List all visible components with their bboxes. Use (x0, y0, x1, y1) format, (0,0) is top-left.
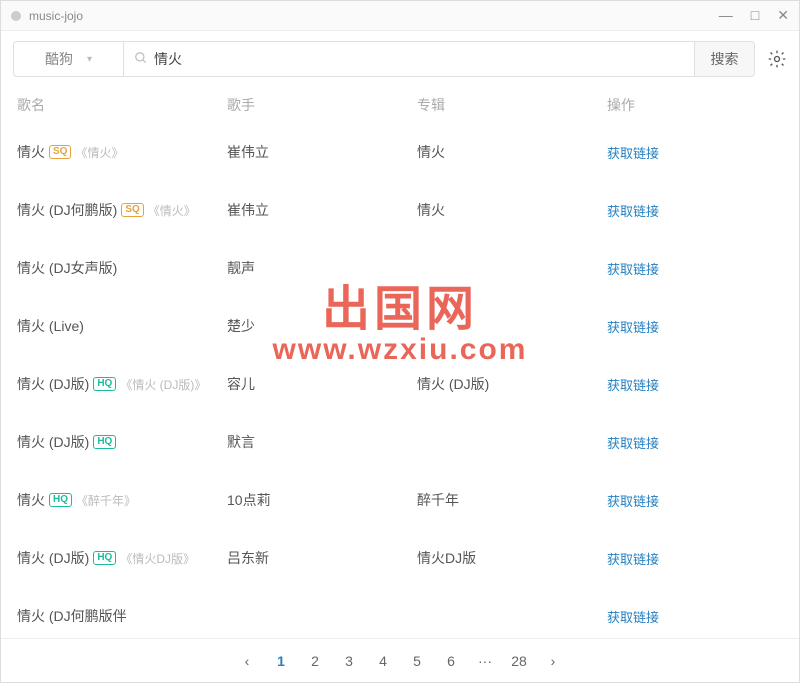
source-select[interactable]: 酷狗 ▾ (13, 41, 123, 77)
maximize-button[interactable]: □ (751, 7, 759, 24)
get-link-button[interactable]: 获取链接 (607, 378, 659, 393)
chevron-down-icon: ▾ (87, 54, 92, 65)
col-action: 操作 (607, 95, 783, 115)
song-extra: 《情火》 (75, 144, 123, 161)
artist-cell: 崔伟立 (227, 142, 417, 162)
song-extra: 《醉千年》 (76, 492, 136, 509)
search-button[interactable]: 搜索 (695, 41, 755, 77)
table-row: 情火 (Live) 楚少 获取链接 (13, 297, 787, 355)
get-link-button[interactable]: 获取链接 (607, 146, 659, 161)
page-3[interactable]: 3 (335, 647, 363, 675)
song-title: 情火 (DJ何鹏版) (17, 200, 117, 220)
artist-cell: 吕东新 (227, 548, 417, 568)
page-5[interactable]: 5 (403, 647, 431, 675)
song-title: 情火 (DJ版) (17, 548, 89, 568)
song-title: 情火 (17, 142, 45, 162)
quality-badge: SQ (49, 145, 71, 159)
song-extra: 《情火》 (148, 202, 196, 219)
search-input[interactable] (154, 51, 684, 67)
table-row: 情火 (DJ何鹏版) SQ 《情火》 崔伟立情火获取链接 (13, 181, 787, 239)
song-title: 情火 (DJ版) (17, 374, 89, 394)
get-link-button[interactable]: 获取链接 (607, 204, 659, 219)
page-4[interactable]: 4 (369, 647, 397, 675)
song-title: 情火 (Live) (17, 316, 84, 336)
quality-badge: HQ (93, 551, 116, 565)
album-cell: 醉千年 (417, 490, 607, 510)
album-cell: 情火 (417, 142, 607, 162)
page-6[interactable]: 6 (437, 647, 465, 675)
quality-badge: HQ (93, 377, 116, 391)
app-icon (11, 11, 21, 21)
pagination: ‹123456···28› (1, 638, 799, 682)
song-title: 情火 (17, 490, 45, 510)
song-extra: 《情火DJ版》 (120, 550, 195, 567)
album-cell: 情火 (DJ版) (417, 374, 607, 394)
search-icon (134, 51, 148, 68)
artist-cell: 靓声 (227, 258, 417, 278)
titlebar: music-jojo — □ ✕ (1, 1, 799, 31)
artist-cell: 默言 (227, 432, 417, 452)
quality-badge: HQ (93, 435, 116, 449)
song-title: 情火 (DJ女声版) (17, 258, 117, 278)
window-controls: — □ ✕ (719, 7, 789, 24)
table-row: 情火 (DJ何鹏版伴 获取链接 (13, 587, 787, 638)
search-bar: 酷狗 ▾ 搜索 (1, 31, 799, 87)
artist-cell: 楚少 (227, 316, 417, 336)
minimize-button[interactable]: — (719, 7, 733, 24)
artist-cell: 崔伟立 (227, 200, 417, 220)
table-row: 情火 (DJ女声版) 靓声 获取链接 (13, 239, 787, 297)
song-title: 情火 (DJ版) (17, 432, 89, 452)
col-artist: 歌手 (227, 95, 417, 115)
get-link-button[interactable]: 获取链接 (607, 610, 659, 625)
table-row: 情火 HQ 《醉千年》 10点莉醉千年获取链接 (13, 471, 787, 529)
results-table: 出国网 www.wzxiu.com 歌名 歌手 专辑 操作 情火SQ《情火》崔伟… (1, 87, 799, 638)
col-name: 歌名 (17, 95, 227, 115)
song-title: 情火 (DJ何鹏版伴 (17, 606, 127, 626)
quality-badge: HQ (49, 493, 72, 507)
album-cell: 情火 (417, 200, 607, 220)
source-label: 酷狗 (45, 49, 73, 69)
table-body[interactable]: 情火SQ《情火》崔伟立情火获取链接情火 (DJ何鹏版)SQ《情火》崔伟立情火获取… (13, 123, 787, 638)
get-link-button[interactable]: 获取链接 (607, 320, 659, 335)
table-row: 情火 (DJ版) HQ 《情火DJ版》 吕东新情火DJ版获取链接 (13, 529, 787, 587)
page-ellipsis: ··· (471, 647, 499, 675)
artist-cell: 容儿 (227, 374, 417, 394)
app-window: music-jojo — □ ✕ 酷狗 ▾ 搜索 出国网 www.wzxiu.c… (0, 0, 800, 683)
table-row: 情火 (DJ版)HQ《情火 (DJ版)》容儿情火 (DJ版)获取链接 (13, 355, 787, 413)
gear-icon (767, 49, 787, 69)
table-row: 情火 (DJ版) HQ 默言 获取链接 (13, 413, 787, 471)
get-link-button[interactable]: 获取链接 (607, 494, 659, 509)
col-album: 专辑 (417, 95, 607, 115)
close-button[interactable]: ✕ (777, 7, 789, 24)
album-cell: 情火DJ版 (417, 548, 607, 568)
artist-cell: 10点莉 (227, 490, 417, 510)
song-extra: 《情火 (DJ版)》 (120, 376, 206, 393)
quality-badge: SQ (121, 203, 143, 217)
page-next[interactable]: › (539, 647, 567, 675)
page-2[interactable]: 2 (301, 647, 329, 675)
page-1[interactable]: 1 (267, 647, 295, 675)
get-link-button[interactable]: 获取链接 (607, 262, 659, 277)
search-input-wrapper (123, 41, 695, 77)
page-prev[interactable]: ‹ (233, 647, 261, 675)
get-link-button[interactable]: 获取链接 (607, 552, 659, 567)
table-row: 情火SQ《情火》崔伟立情火获取链接 (13, 123, 787, 181)
get-link-button[interactable]: 获取链接 (607, 436, 659, 451)
window-title: music-jojo (29, 9, 719, 23)
page-28[interactable]: 28 (505, 647, 533, 675)
table-header: 歌名 歌手 专辑 操作 (13, 87, 787, 123)
settings-button[interactable] (767, 49, 787, 69)
